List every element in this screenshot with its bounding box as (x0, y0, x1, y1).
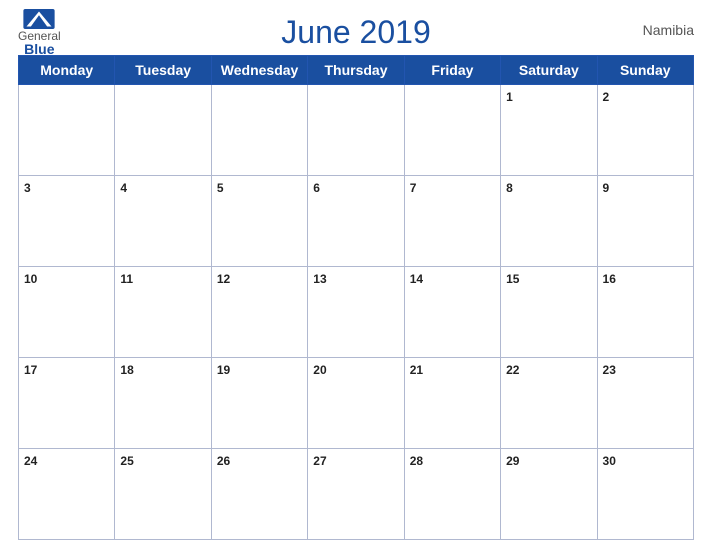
day-number: 8 (506, 181, 513, 195)
weekday-sunday: Sunday (597, 56, 693, 85)
day-number: 7 (410, 181, 417, 195)
logo-icon (23, 9, 55, 29)
country-label: Namibia (643, 22, 694, 38)
calendar-day-6: 6 (308, 176, 404, 267)
day-number: 28 (410, 454, 423, 468)
calendar-day-4: 4 (115, 176, 211, 267)
logo-blue-text: Blue (24, 42, 54, 56)
calendar-week-2: 10 11 12 13 14 15 16 (19, 267, 694, 358)
day-number: 21 (410, 363, 423, 377)
calendar-day-28: 28 (404, 449, 500, 540)
day-number: 10 (24, 272, 37, 286)
calendar-day-5: 5 (211, 176, 307, 267)
weekday-wednesday: Wednesday (211, 56, 307, 85)
calendar-day-2: 2 (597, 85, 693, 176)
calendar-day-1: 1 (501, 85, 597, 176)
calendar-day-14: 14 (404, 267, 500, 358)
calendar-day-10: 10 (19, 267, 115, 358)
weekday-saturday: Saturday (501, 56, 597, 85)
day-number: 4 (120, 181, 127, 195)
logo: General Blue (18, 9, 61, 56)
calendar-day-30: 30 (597, 449, 693, 540)
calendar-day-19: 19 (211, 358, 307, 449)
day-number: 5 (217, 181, 224, 195)
day-number: 26 (217, 454, 230, 468)
calendar-empty (211, 85, 307, 176)
calendar-day-15: 15 (501, 267, 597, 358)
calendar-table: MondayTuesdayWednesdayThursdayFridaySatu… (18, 55, 694, 540)
day-number: 20 (313, 363, 326, 377)
calendar-empty (115, 85, 211, 176)
day-number: 17 (24, 363, 37, 377)
calendar-week-4: 24 25 26 27 28 29 30 (19, 449, 694, 540)
calendar-week-1: 3 4 5 6 7 8 9 (19, 176, 694, 267)
weekday-monday: Monday (19, 56, 115, 85)
page-header: General Blue June 2019 Namibia (18, 14, 694, 51)
day-number: 18 (120, 363, 133, 377)
calendar-week-0: 12 (19, 85, 694, 176)
day-number: 19 (217, 363, 230, 377)
day-number: 3 (24, 181, 31, 195)
calendar-day-9: 9 (597, 176, 693, 267)
day-number: 14 (410, 272, 423, 286)
day-number: 27 (313, 454, 326, 468)
day-number: 22 (506, 363, 519, 377)
calendar-day-8: 8 (501, 176, 597, 267)
page-title: June 2019 (281, 14, 430, 51)
day-number: 30 (603, 454, 616, 468)
day-number: 9 (603, 181, 610, 195)
calendar-day-26: 26 (211, 449, 307, 540)
day-number: 25 (120, 454, 133, 468)
weekday-header-row: MondayTuesdayWednesdayThursdayFridaySatu… (19, 56, 694, 85)
day-number: 6 (313, 181, 320, 195)
day-number: 15 (506, 272, 519, 286)
day-number: 1 (506, 90, 513, 104)
day-number: 11 (120, 272, 133, 286)
weekday-thursday: Thursday (308, 56, 404, 85)
calendar-day-23: 23 (597, 358, 693, 449)
calendar-day-27: 27 (308, 449, 404, 540)
calendar-week-3: 17 18 19 20 21 22 23 (19, 358, 694, 449)
calendar-empty (404, 85, 500, 176)
day-number: 13 (313, 272, 326, 286)
calendar-day-7: 7 (404, 176, 500, 267)
day-number: 29 (506, 454, 519, 468)
day-number: 24 (24, 454, 37, 468)
calendar-day-24: 24 (19, 449, 115, 540)
day-number: 23 (603, 363, 616, 377)
calendar-day-20: 20 (308, 358, 404, 449)
calendar-day-18: 18 (115, 358, 211, 449)
calendar-day-17: 17 (19, 358, 115, 449)
weekday-friday: Friday (404, 56, 500, 85)
calendar-day-25: 25 (115, 449, 211, 540)
calendar-day-11: 11 (115, 267, 211, 358)
calendar-day-16: 16 (597, 267, 693, 358)
calendar-day-3: 3 (19, 176, 115, 267)
calendar-day-29: 29 (501, 449, 597, 540)
weekday-tuesday: Tuesday (115, 56, 211, 85)
calendar-empty (19, 85, 115, 176)
calendar-day-12: 12 (211, 267, 307, 358)
day-number: 12 (217, 272, 230, 286)
day-number: 2 (603, 90, 610, 104)
calendar-day-13: 13 (308, 267, 404, 358)
day-number: 16 (603, 272, 616, 286)
calendar-day-21: 21 (404, 358, 500, 449)
calendar-empty (308, 85, 404, 176)
calendar-day-22: 22 (501, 358, 597, 449)
